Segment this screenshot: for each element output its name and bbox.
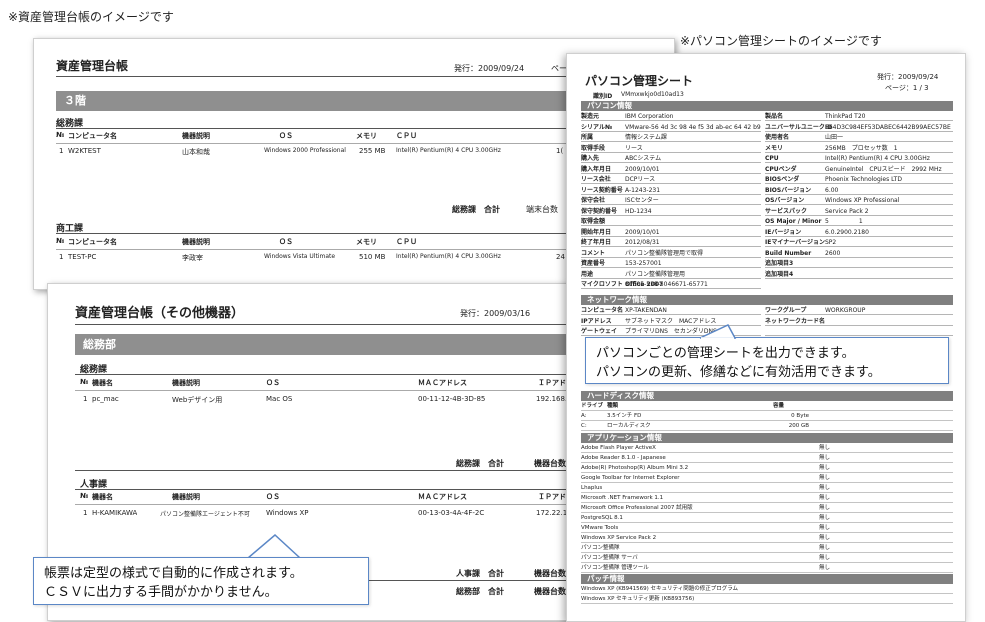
form-callout-pointer (245, 533, 302, 559)
form-callout: 帳票は定型の様式で自動的に作成されます。 ＣＳＶに出力する手間がかかりません。 (33, 557, 369, 605)
form-callout-line2: ＣＳＶに出力する手間がかかりません。 (44, 585, 278, 600)
form-callout-line1: 帳票は定型の様式で自動的に作成されます。 (44, 566, 303, 581)
pc-callout-pointer (699, 324, 737, 339)
callout-pointers (245, 324, 737, 559)
